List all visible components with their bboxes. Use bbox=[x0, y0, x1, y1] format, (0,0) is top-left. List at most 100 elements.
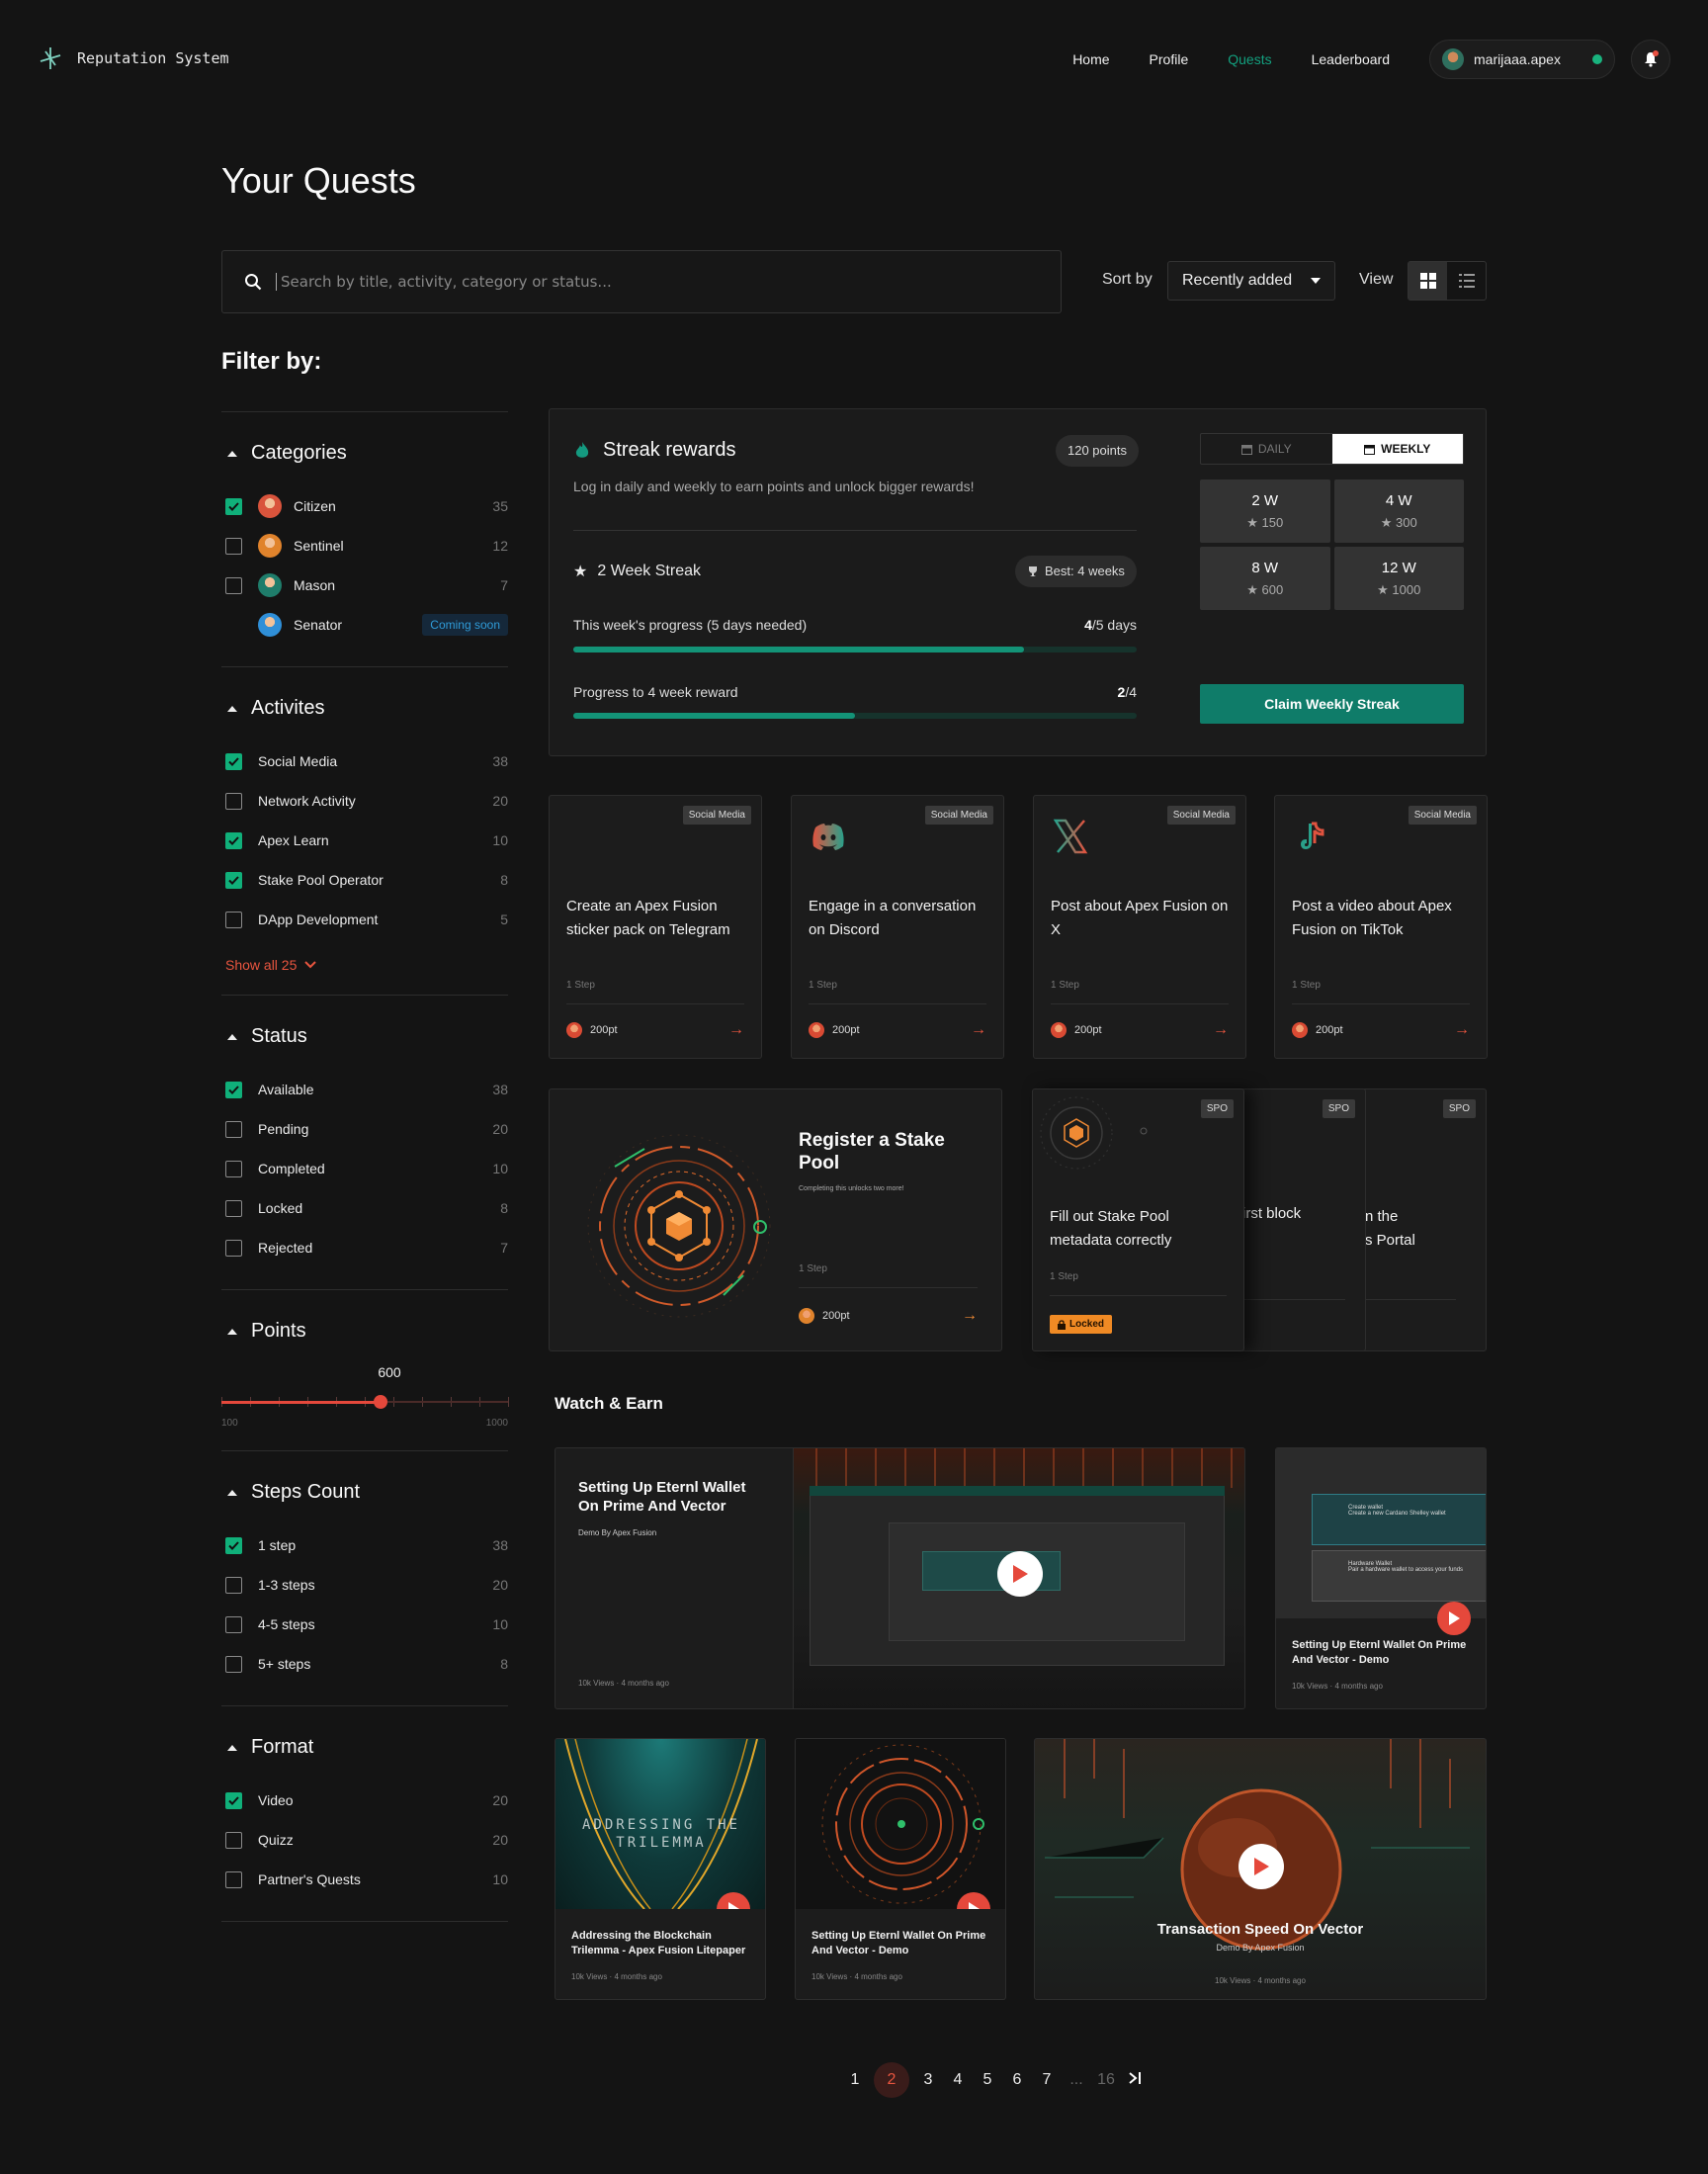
tab-weekly[interactable]: WEEKLY bbox=[1331, 434, 1463, 464]
quest-card[interactable]: Social Media Engage in a conversation on… bbox=[791, 795, 1004, 1059]
filter-option[interactable]: Senator Coming soon bbox=[221, 605, 508, 645]
video-card[interactable]: ADDRESSING THE TRILEMMA Addressing the Bl… bbox=[555, 1738, 766, 2000]
video-card[interactable]: Create wallet Create a new Cardano Shelle… bbox=[1275, 1447, 1487, 1709]
arrow-right-icon[interactable]: → bbox=[1454, 1021, 1470, 1039]
nav-quests[interactable]: Quests bbox=[1228, 51, 1271, 67]
page-link[interactable]: 7 bbox=[1032, 2071, 1062, 2089]
filter-option[interactable]: Completed 10 bbox=[221, 1149, 508, 1188]
list-view-button[interactable] bbox=[1447, 262, 1486, 300]
arrow-right-icon[interactable]: → bbox=[971, 1021, 986, 1039]
checkbox[interactable] bbox=[225, 831, 242, 849]
filter-option[interactable]: 4-5 steps 10 bbox=[221, 1605, 508, 1644]
reward-tier[interactable]: 12 W ★ 1000 bbox=[1333, 547, 1464, 610]
claim-weekly-streak-button[interactable]: Claim Weekly Streak bbox=[1200, 684, 1464, 724]
notifications-button[interactable] bbox=[1631, 40, 1670, 79]
grid-view-button[interactable] bbox=[1409, 262, 1447, 300]
page-link[interactable]: 5 bbox=[973, 2071, 1002, 2089]
nav-profile[interactable]: Profile bbox=[1150, 51, 1189, 67]
nav-home[interactable]: Home bbox=[1072, 51, 1109, 67]
quest-card-featured[interactable]: Register a Stake Pool Completing this un… bbox=[549, 1088, 1002, 1351]
arrow-right-icon[interactable]: → bbox=[962, 1307, 978, 1325]
tab-daily[interactable]: DAILY bbox=[1201, 434, 1332, 464]
filter-count: 20 bbox=[492, 1832, 508, 1848]
page-link[interactable]: 3 bbox=[913, 2071, 943, 2089]
quest-card[interactable]: Social Media Create an Apex Fusion stick… bbox=[549, 795, 762, 1059]
filter-option[interactable]: 1 step 38 bbox=[221, 1525, 508, 1565]
filter-option[interactable]: Network Activity 20 bbox=[221, 781, 508, 821]
checkbox[interactable] bbox=[225, 792, 242, 810]
checkbox[interactable] bbox=[225, 1791, 242, 1809]
checkbox[interactable] bbox=[225, 1120, 242, 1138]
reward-points: ★ 300 bbox=[1380, 514, 1417, 530]
filter-option[interactable]: Sentinel 12 bbox=[221, 526, 508, 565]
filter-option[interactable]: Social Media 38 bbox=[221, 741, 508, 781]
video-card-featured[interactable]: Transaction Speed On Vector Demo By Apex… bbox=[1034, 1738, 1487, 2000]
checkbox[interactable] bbox=[225, 1870, 242, 1888]
play-button[interactable] bbox=[1437, 1602, 1471, 1635]
checkbox[interactable] bbox=[225, 1160, 242, 1177]
reward-tier[interactable]: 4 W ★ 300 bbox=[1333, 479, 1464, 543]
filter-option[interactable]: Rejected 7 bbox=[221, 1228, 508, 1267]
section-toggle[interactable]: Status bbox=[221, 1025, 508, 1048]
filter-option[interactable]: 1-3 steps 20 bbox=[221, 1565, 508, 1605]
page-link[interactable]: 4 bbox=[943, 2071, 973, 2089]
checkbox[interactable] bbox=[225, 537, 242, 555]
page-link-current[interactable]: 2 bbox=[874, 2062, 909, 2098]
quest-card-locked[interactable]: SPO Fill out Stake Pool metadata correct… bbox=[1032, 1088, 1244, 1351]
reward-tier[interactable]: 8 W ★ 600 bbox=[1200, 547, 1330, 610]
search-input[interactable] bbox=[276, 273, 1027, 291]
checkbox[interactable] bbox=[225, 1536, 242, 1554]
page-link[interactable]: 1 bbox=[840, 2071, 870, 2089]
quest-card[interactable]: Social Media Post about Apex Fusion on X… bbox=[1033, 795, 1246, 1059]
play-button[interactable] bbox=[997, 1551, 1043, 1597]
checkbox[interactable] bbox=[225, 497, 242, 515]
page-link[interactable]: 6 bbox=[1002, 2071, 1032, 2089]
video-card[interactable]: Setting Up Eternl Wallet On Prime And Ve… bbox=[795, 1738, 1006, 2000]
checkbox[interactable] bbox=[225, 576, 242, 594]
filter-option[interactable]: Video 20 bbox=[221, 1781, 508, 1820]
play-button[interactable] bbox=[1238, 1844, 1284, 1889]
checkbox[interactable] bbox=[225, 1576, 242, 1594]
app-logo[interactable]: Reputation System bbox=[38, 45, 229, 71]
checkbox[interactable] bbox=[225, 752, 242, 770]
filter-option[interactable]: Quizz 20 bbox=[221, 1820, 508, 1860]
show-all-button[interactable]: Show all 25 bbox=[221, 939, 508, 973]
section-toggle[interactable]: Format bbox=[221, 1736, 508, 1759]
filter-option[interactable]: DApp Development 5 bbox=[221, 900, 508, 939]
quest-card[interactable]: Social Media Post a video about Apex Fus… bbox=[1274, 795, 1488, 1059]
section-toggle[interactable]: Categories bbox=[221, 442, 508, 465]
video-card-featured[interactable]: Setting Up Eternl Wallet On Prime And Ve… bbox=[555, 1447, 1245, 1709]
sort-select[interactable]: Recently added bbox=[1167, 261, 1335, 301]
checkbox[interactable] bbox=[225, 871, 242, 889]
reward-tier[interactable]: 2 W ★ 150 bbox=[1200, 479, 1330, 543]
filter-option[interactable]: Citizen 35 bbox=[221, 486, 508, 526]
filter-option[interactable]: Stake Pool Operator 8 bbox=[221, 860, 508, 900]
filter-option[interactable]: Mason 7 bbox=[221, 565, 508, 605]
filter-option[interactable]: Pending 20 bbox=[221, 1109, 508, 1149]
page-link-last[interactable]: 16 bbox=[1091, 2071, 1121, 2089]
section-toggle[interactable]: Points bbox=[221, 1320, 508, 1343]
section-toggle[interactable]: Steps Count bbox=[221, 1481, 508, 1504]
checkbox[interactable] bbox=[225, 1199, 242, 1217]
section-toggle[interactable]: Activites bbox=[221, 697, 508, 720]
arrow-right-icon[interactable]: → bbox=[1213, 1021, 1229, 1039]
filter-option[interactable]: Apex Learn 10 bbox=[221, 821, 508, 860]
checkbox[interactable] bbox=[225, 1081, 242, 1098]
checkbox[interactable] bbox=[225, 1615, 242, 1633]
points-slider[interactable] bbox=[221, 1392, 509, 1412]
last-page-button[interactable] bbox=[1121, 2071, 1151, 2089]
filter-option[interactable]: Locked 8 bbox=[221, 1188, 508, 1228]
checkbox[interactable] bbox=[225, 911, 242, 928]
filter-option[interactable]: Available 38 bbox=[221, 1070, 508, 1109]
checkbox[interactable] bbox=[225, 1239, 242, 1257]
arrow-right-icon[interactable]: → bbox=[728, 1021, 744, 1039]
nav-leaderboard[interactable]: Leaderboard bbox=[1312, 51, 1390, 67]
checkbox[interactable] bbox=[225, 1655, 242, 1673]
slider-handle[interactable] bbox=[374, 1395, 388, 1409]
user-menu[interactable]: marijaaa.apex bbox=[1429, 40, 1615, 79]
video-title: Setting Up Eternl Wallet On Prime And Ve… bbox=[1292, 1639, 1467, 1666]
quest-subtitle: Completing this unlocks two more! bbox=[799, 1185, 904, 1192]
filter-option[interactable]: Partner's Quests 10 bbox=[221, 1860, 508, 1899]
filter-option[interactable]: 5+ steps 8 bbox=[221, 1644, 508, 1684]
checkbox[interactable] bbox=[225, 1831, 242, 1849]
